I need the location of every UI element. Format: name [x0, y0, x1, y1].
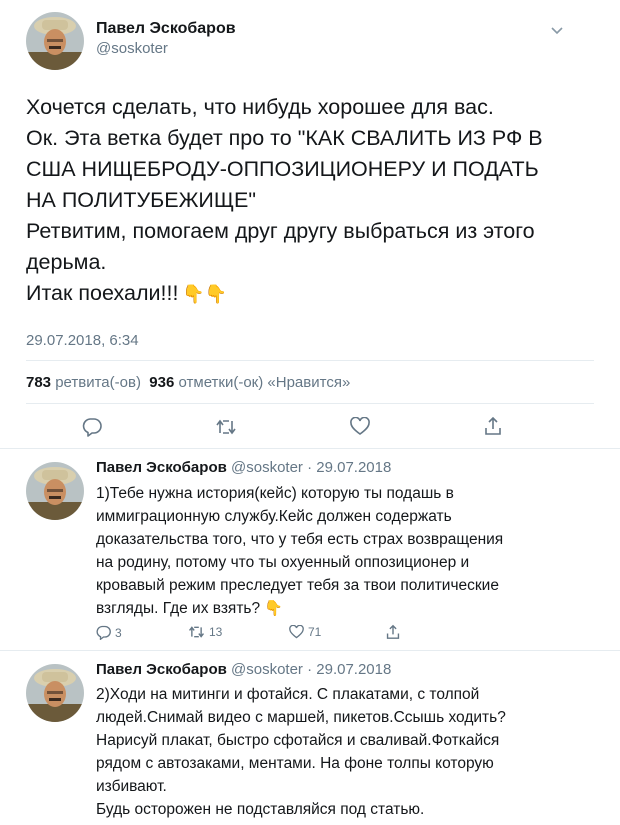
divider [0, 650, 620, 651]
tweet-line: Хочется сделать, что нибудь хорошее для … [26, 95, 494, 119]
reply-text: 1)Тебе нужна история(кейс) которую ты по… [96, 482, 596, 620]
author-handle[interactable]: @soskoter [231, 661, 303, 678]
divider [26, 360, 594, 361]
tweet-line: США НИЩЕБРОДУ-ОППОЗИЦИОНЕРУ И ПОДАТЬ [26, 157, 539, 181]
reply-text: 2)Ходи на митинги и фотайся. С плакатами… [96, 683, 596, 821]
reply-header: Павел Эскобаров @soskoter · 29.07.2018 [96, 661, 391, 678]
avatar[interactable] [26, 12, 84, 70]
reply-icon[interactable] [82, 417, 102, 437]
share-icon[interactable] [484, 416, 502, 436]
divider [26, 403, 594, 404]
divider [0, 448, 620, 449]
tweet-timestamp[interactable]: 29.07.2018, 6:34 [26, 332, 139, 349]
reply-line: Будь осторожен не подставляйся под стать… [96, 801, 425, 818]
reply-line: взгляды. Где их взять? 👇 [96, 597, 596, 620]
retweet-count: 13 [209, 625, 223, 639]
reply-line: избивают. [96, 778, 167, 795]
reply-line: 2)Ходи на митинги и фотайся. С плакатами… [96, 686, 480, 703]
reply-date[interactable]: · 29.07.2018 [307, 661, 391, 678]
avatar[interactable] [26, 462, 84, 520]
reply-action[interactable]: 3 [96, 625, 122, 640]
author-name[interactable]: Павел Эскобаров [96, 459, 227, 476]
like-label[interactable]: отметки(-ок) «Нравится» [179, 374, 351, 391]
like-count: 71 [308, 625, 322, 639]
reply-line: рядом с автозаками, ментами. На фоне тол… [96, 755, 494, 772]
like-count[interactable]: 936 [149, 374, 174, 391]
like-icon[interactable] [350, 417, 370, 436]
retweet-count[interactable]: 783 [26, 374, 51, 391]
tweet-stats: 783 ретвита(-ов) 936 отметки(-ок) «Нрави… [26, 374, 350, 391]
like-action[interactable]: 71 [289, 625, 321, 639]
author-handle[interactable]: @soskoter [231, 459, 303, 476]
reply-line: людей.Снимай видео с маршей, пикетов.Ссы… [96, 709, 506, 726]
tweet-line: Итак поехали!!! 👇👇 [26, 278, 601, 310]
author-handle[interactable]: @soskoter [96, 40, 168, 57]
reply-header: Павел Эскобаров @soskoter · 29.07.2018 [96, 459, 391, 476]
reply-line: кровавый режим преследует тебя за твои п… [96, 577, 499, 594]
tweet-text: Хочется сделать, что нибудь хорошее для … [26, 92, 601, 310]
reply-line: Нарисуй плакат, быстро сфотайся и свалив… [96, 732, 500, 749]
author-name[interactable]: Павел Эскобаров [96, 20, 236, 38]
retweet-action[interactable]: 13 [188, 625, 222, 639]
reply-line: 1)Тебе нужна история(кейс) которую ты по… [96, 485, 454, 502]
caret-down-icon[interactable] [551, 26, 563, 36]
reply-icon[interactable] [96, 625, 111, 640]
pointing-down-emoji: 👇 [264, 600, 283, 617]
author-name[interactable]: Павел Эскобаров [96, 661, 227, 678]
reply-line: доказательства того, что у тебя есть стр… [96, 531, 504, 548]
retweet-label[interactable]: ретвита(-ов) [55, 374, 141, 391]
avatar[interactable] [26, 664, 84, 722]
reply-count: 3 [115, 625, 122, 640]
tweet-line: Ретвитим, помогаем друг другу выбраться … [26, 219, 535, 243]
tweet-line: Ок. Эта ветка будет про то "КАК СВАЛИТЬ … [26, 126, 543, 150]
tweet-line: дерьма. [26, 250, 107, 274]
retweet-icon[interactable] [215, 418, 237, 436]
share-icon[interactable] [386, 624, 400, 640]
tweet-line: НА ПОЛИТУБЕЖИЩЕ" [26, 188, 257, 212]
reply-date[interactable]: · 29.07.2018 [307, 459, 391, 476]
pointing-down-emoji: 👇👇 [182, 284, 228, 304]
like-icon[interactable] [289, 625, 304, 639]
retweet-icon[interactable] [188, 625, 205, 639]
reply-line: на родину, потому что ты охуенный оппози… [96, 554, 470, 571]
reply-line: иммиграционную службу.Кейс должен содерж… [96, 508, 452, 525]
